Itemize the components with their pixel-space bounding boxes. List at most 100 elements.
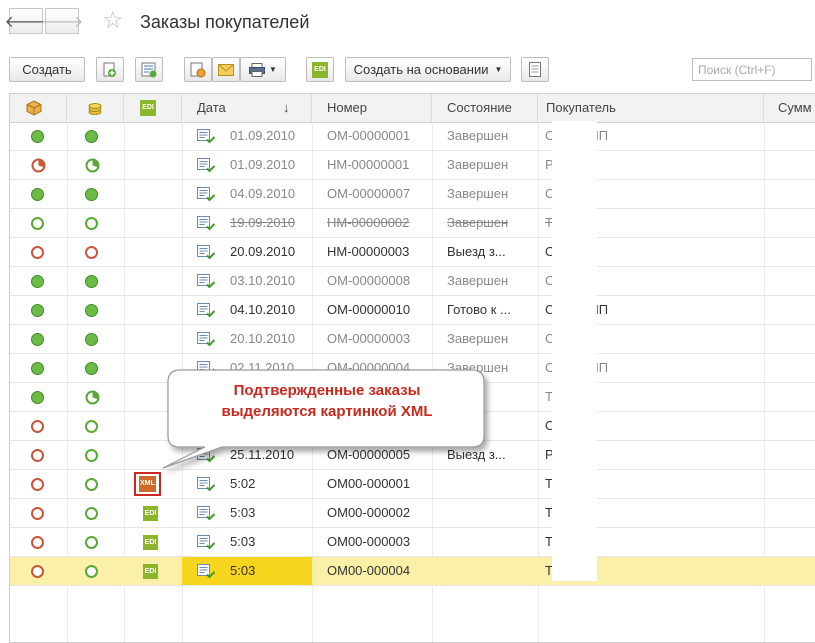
coins-icon (88, 103, 102, 115)
number-cell: ОМ-00000003 (327, 331, 411, 346)
number-cell: ОМ00-000003 (327, 534, 411, 549)
table-row[interactable]: EDI5:03ОМ00-000002Т... П (10, 499, 815, 528)
edi-empty (140, 187, 155, 202)
state-cell (447, 557, 537, 585)
red-outline-status-icon (31, 536, 44, 549)
state-cell: Завершен (447, 273, 509, 288)
number-cell: НМ-00000002 (327, 215, 410, 230)
number-cell: НМ-00000001 (327, 157, 410, 172)
column-date-header[interactable]: Дата ↓ (182, 94, 312, 122)
partial-green-status-icon (85, 390, 100, 405)
create-based-on-label: Создать на основании (353, 62, 489, 77)
copy-button[interactable] (96, 57, 124, 82)
column-buyer-header[interactable]: Покупатель (538, 94, 764, 122)
callout-line2: выделяются картинкой XML (221, 403, 433, 420)
document-posted-icon (197, 216, 215, 231)
state-cell: Завершен (447, 186, 509, 201)
date-cell: 19.09.2010 (230, 215, 296, 230)
sum-header-label: Сумм (778, 100, 812, 115)
document-posted-icon (197, 564, 215, 579)
date-cell: 25.11.2010 (230, 447, 295, 462)
edi-button[interactable]: EDI (306, 57, 334, 82)
green-outline-status-icon (31, 217, 44, 230)
edi-empty (140, 274, 155, 289)
state-cell: Завершен (447, 215, 509, 230)
edi-empty (140, 448, 155, 463)
create-button[interactable]: Создать (9, 57, 85, 82)
edi-icon: EDI (312, 61, 328, 78)
column-edi-header[interactable]: EDI (124, 94, 182, 122)
document-date-button[interactable] (184, 57, 212, 82)
state-cell: Завершен (447, 157, 509, 172)
callout-text: Подтвержденные заказы выделяются картинк… (172, 380, 482, 422)
green-status-icon (31, 304, 44, 317)
xml-icon: XML (139, 476, 156, 492)
state-cell: Выезд з... (447, 244, 506, 259)
redaction-strip (552, 121, 597, 581)
create-button-label: Создать (22, 62, 72, 77)
green-status-icon (31, 391, 44, 404)
favorite-star-icon[interactable]: ☆ (102, 8, 124, 34)
green-outline-status-icon (85, 478, 98, 491)
table-row[interactable]: 02.11.2010ОМ-00000004ЗавершенС...нів, ПП (10, 354, 815, 383)
forward-button[interactable]: 🡒 (41, 8, 83, 34)
create-based-on-button[interactable]: Создать на основании ▼ (345, 57, 511, 82)
table-header: EDI Дата ↓ Номер Состояние Покупатель Су… (10, 94, 815, 123)
column-status2-header[interactable] (67, 94, 124, 122)
green-status-icon (85, 333, 98, 346)
document-posted-icon (197, 274, 215, 289)
green-status-icon (31, 362, 44, 375)
arrow-right-icon: 🡒 (40, 13, 84, 31)
number-cell: ОМ-00000001 (327, 128, 411, 143)
document-posted-icon (197, 506, 215, 521)
edi-empty (140, 129, 155, 144)
date-cell: 04.10.2010 (230, 302, 296, 317)
column-number-header[interactable]: Номер (312, 94, 432, 122)
table-row[interactable]: XML5:02ОМ00-000001Т... П (10, 470, 815, 499)
search-input[interactable] (692, 58, 812, 81)
state-cell (447, 499, 537, 527)
red-outline-status-icon (31, 420, 44, 433)
back-button[interactable]: 🡐 (5, 8, 47, 34)
number-cell: ОМ00-000004 (327, 563, 411, 578)
edi-empty (140, 158, 155, 173)
table-row[interactable]: 19.09.2010НМ-00000002ЗавершенТ... Д (10, 209, 815, 238)
envelope-icon (218, 63, 234, 76)
column-state-header[interactable]: Состояние (432, 94, 538, 122)
send-mail-button[interactable] (212, 57, 240, 82)
edi-icon: EDI (143, 564, 158, 579)
table-row[interactable]: 03.10.2010ОМ-00000008ЗавершенО... П (10, 267, 815, 296)
red-outline-status-icon (31, 478, 44, 491)
table-row[interactable]: EDI5:03ОМ00-000003Т... П (10, 528, 815, 557)
edi-empty (140, 332, 155, 347)
edit-list-button[interactable] (135, 57, 163, 82)
number-cell: ОМ00-000002 (327, 505, 411, 520)
edi-empty (140, 390, 155, 405)
list-edit-icon (141, 62, 157, 77)
table-row[interactable]: 01.09.2010ОМ-00000001ЗавершенС...нів, ПП (10, 122, 815, 151)
table-row[interactable]: 01.09.2010НМ-00000001ЗавершенР... В (10, 151, 815, 180)
document-posted-icon (197, 332, 215, 347)
table-row[interactable]: 04.10.2010ОМ-00000010Готово к ...С...нів… (10, 296, 815, 325)
table-row[interactable]: EDI5:03ОМ00-000004Т... П (10, 557, 815, 586)
table-row[interactable]: 20.10.2010ОМ-00000003ЗавершенО... П (10, 325, 815, 354)
green-outline-status-icon (85, 507, 98, 520)
table-row[interactable]: 04.09.2010ОМ-00000007ЗавершенО... П (10, 180, 815, 209)
green-outline-status-icon (85, 449, 98, 462)
number-cell: ОМ00-000001 (327, 476, 411, 491)
table-row[interactable]: 20.09.2010НМ-00000003Выезд з...О... П (10, 238, 815, 267)
red-outline-status-icon (31, 246, 44, 259)
print-button[interactable]: ▼ (240, 57, 286, 82)
report-button[interactable] (521, 57, 549, 82)
state-cell (447, 528, 537, 556)
date-cell: 01.09.2010 (230, 157, 296, 172)
table-row[interactable]: 25.11.2010ОМ-00000005Выезд з...Р... В (10, 441, 815, 470)
date-cell: 5:03 (230, 505, 256, 520)
chevron-down-icon: ▼ (269, 65, 277, 74)
green-status-icon (85, 188, 98, 201)
column-sum-header[interactable]: Сумм (764, 94, 815, 122)
date-cell: 04.09.2010 (230, 186, 296, 201)
state-cell: Завершен (447, 360, 509, 375)
state-header-label: Состояние (447, 100, 512, 115)
column-status1-header[interactable] (10, 94, 67, 122)
